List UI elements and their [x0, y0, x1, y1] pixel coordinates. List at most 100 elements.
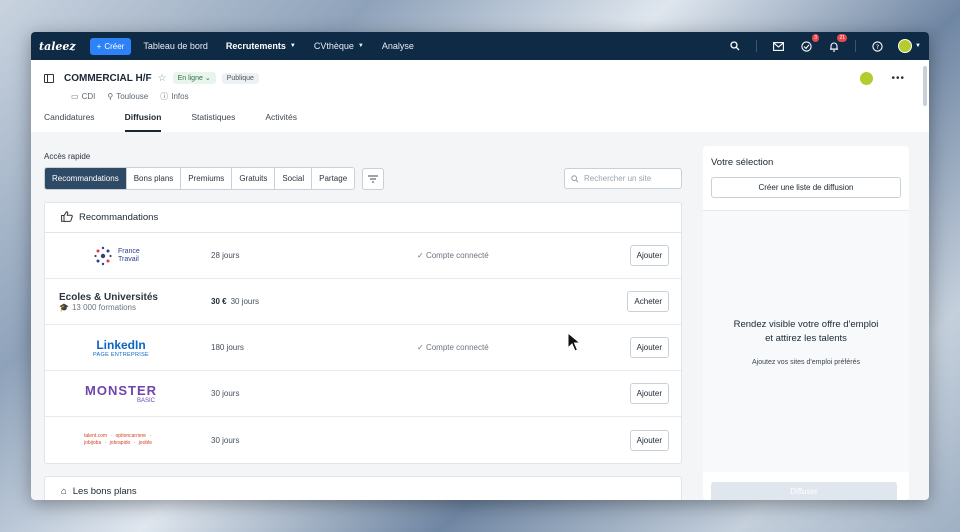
filter-row: Recommandations Bons plans Premiums Grat… — [44, 167, 682, 190]
mouse-cursor-icon — [567, 332, 581, 352]
monster-logo: MONSTER BASIC — [45, 383, 197, 404]
job-board-row: MONSTER BASIC 30 jours Ajouter — [45, 371, 681, 417]
duration-label: 28 jours — [211, 251, 240, 260]
sidebar-toggle-icon[interactable] — [44, 73, 54, 83]
add-button[interactable]: Ajouter — [629, 337, 669, 358]
logo-subtitle: 🎓 13 000 formations — [59, 303, 136, 312]
app-window: taleez + Créer Tableau de bord Recruteme… — [31, 32, 929, 500]
user-menu[interactable]: ▼ — [898, 39, 921, 53]
notifications-badge: 21 — [837, 34, 848, 42]
nav-recruitments[interactable]: Recrutements ▼ — [226, 41, 296, 51]
empty-state-title: Rendez visible votre offre d'emploi et a… — [733, 318, 879, 344]
selection-panel: Votre sélection Créer une liste de diffu… — [703, 146, 909, 500]
recommendations-card: Recommandations France Travail 28 jours … — [44, 202, 682, 464]
job-board-row: talent.com · optioncarriere · jobijoba ·… — [45, 417, 681, 463]
help-icon[interactable]: ? — [870, 39, 884, 53]
tab-diffusion[interactable]: Diffusion — [124, 112, 162, 132]
diffuse-button[interactable]: Diffuser — [711, 482, 897, 500]
add-button[interactable]: Ajouter — [629, 429, 669, 451]
nav-dashboard[interactable]: Tableau de bord — [143, 41, 208, 51]
connected-label: Compte connecté — [425, 343, 489, 352]
job-board-row: LinkedIn PAGE ENTREPRISE 180 jours ✓ Com… — [45, 325, 681, 371]
status-badge[interactable]: En ligne ⌄ — [172, 72, 216, 84]
bons-plans-title: Les bons plans — [72, 485, 137, 497]
more-options-icon[interactable]: ••• — [891, 73, 905, 84]
nav-cvtheque[interactable]: CVthèque ▼ — [314, 41, 364, 51]
ecoles-universites-logo: Ecoles & Universités 🎓 13 000 formations — [45, 292, 197, 312]
top-nav: taleez + Créer Tableau de bord Recruteme… — [31, 32, 929, 60]
tasks-badge: 3 — [812, 34, 820, 42]
nav-analyse[interactable]: Analyse — [382, 41, 414, 51]
site-search-input[interactable]: Rechercher un site — [564, 168, 682, 189]
buy-button[interactable]: Acheter — [627, 291, 669, 312]
bons-plans-card[interactable]: ⌂ Les bons plans — [44, 476, 682, 500]
logo-text: talent.com · optioncarriere · jobijoba ·… — [84, 433, 153, 446]
filter-recommandations[interactable]: Recommandations — [45, 168, 127, 189]
tab-activites[interactable]: Activités — [265, 112, 297, 132]
avatar — [898, 39, 913, 53]
search-icon — [571, 174, 579, 183]
taleez-logo[interactable]: taleez — [39, 40, 76, 53]
star-icon[interactable]: ☆ — [158, 73, 167, 84]
logo-sub: BASIC — [136, 398, 155, 404]
scrollbar[interactable] — [923, 66, 927, 106]
svg-text:?: ? — [875, 42, 878, 50]
nav-analyse-label: Analyse — [381, 41, 414, 51]
job-board-row: France Travail 28 jours ✓ Compte connect… — [45, 233, 681, 279]
graduation-cap-icon: 🎓 — [59, 302, 69, 312]
logo-sub: PAGE ENTREPRISE — [92, 351, 150, 358]
calendar-icon: ▭ — [71, 92, 79, 101]
duration-label: 180 jours — [211, 343, 244, 352]
recruiter-avatar[interactable] — [860, 72, 874, 85]
create-button[interactable]: + Créer — [89, 37, 132, 55]
visibility-badge: Publique — [221, 72, 259, 84]
status-label: En ligne — [177, 75, 203, 82]
chevron-down-icon: ▼ — [357, 43, 364, 49]
filter-social[interactable]: Social — [275, 168, 313, 189]
nav-cvtheque-label: CVthèque — [313, 41, 354, 51]
filter-premiums[interactable]: Premiums — [181, 168, 233, 189]
chevron-down-icon: ⌄ — [204, 75, 211, 82]
filter-partage[interactable]: Partage — [312, 168, 354, 189]
location-meta: ⚲ Toulouse — [107, 91, 148, 102]
diffusion-content: Accès rapide Recommandations Bons plans … — [31, 132, 929, 500]
quick-access-label: Accès rapide — [44, 152, 91, 161]
category-filter: Recommandations Bons plans Premiums Grat… — [44, 167, 356, 190]
filter-bons-plans[interactable]: Bons plans — [127, 168, 182, 189]
search-placeholder: Rechercher un site — [584, 174, 652, 183]
mail-icon[interactable] — [771, 39, 785, 53]
filter-gratuits[interactable]: Gratuits — [232, 168, 276, 189]
filter-icon[interactable] — [362, 167, 385, 190]
duration-label: 30 jours — [211, 435, 240, 445]
header-actions: ••• — [860, 72, 905, 85]
bell-icon[interactable]: 21 — [827, 34, 848, 53]
search-icon[interactable] — [728, 39, 742, 53]
tab-candidatures[interactable]: Candidatures — [44, 112, 95, 132]
recommendations-title: Recommandations — [79, 212, 159, 223]
pin-icon: ⚲ — [107, 92, 114, 101]
create-list-button[interactable]: Créer une liste de diffusion — [711, 177, 901, 198]
duration-label: 30 jours — [211, 389, 240, 398]
tab-statistiques[interactable]: Statistiques — [191, 112, 235, 132]
logo-sub: 13 000 formations — [71, 302, 137, 312]
logo-text: France Travail — [118, 247, 140, 263]
add-button[interactable]: Ajouter — [629, 245, 669, 266]
connected-status: ✓ Compte connecté — [417, 251, 489, 260]
duration-label: 30 jours — [230, 297, 260, 306]
nav-dashboard-label: Tableau de bord — [143, 41, 208, 51]
job-boards-column: Accès rapide Recommandations Bons plans … — [44, 132, 682, 500]
selection-empty-state: Rendez visible votre offre d'emploi et a… — [703, 210, 909, 472]
tasks-icon[interactable]: 3 — [799, 34, 820, 53]
price-duration: 30 €30 jours — [211, 297, 259, 306]
create-label: Créer — [104, 41, 125, 51]
infos-link[interactable]: ⓘ Infos — [160, 91, 188, 102]
multi-board-logo: talent.com · optioncarriere · jobijoba ·… — [45, 433, 197, 447]
check-icon: ✓ — [417, 343, 424, 352]
check-icon: ✓ — [417, 251, 424, 260]
logo-text: Ecoles & Universités — [59, 291, 158, 303]
nav-recruitments-label: Recrutements — [225, 41, 286, 51]
info-icon: ⓘ — [160, 92, 169, 101]
add-button[interactable]: Ajouter — [629, 383, 669, 404]
connected-label: Compte connecté — [425, 251, 489, 260]
contract-label: CDI — [81, 92, 96, 101]
